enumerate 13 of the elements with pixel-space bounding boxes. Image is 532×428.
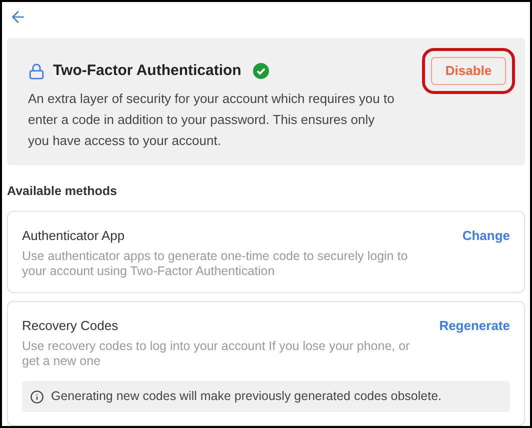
method-title: Authenticator App xyxy=(22,228,126,244)
info-icon xyxy=(30,390,44,404)
method-description: Use recovery codes to log into your account If you lose your phone, or get a new one xyxy=(22,339,411,369)
notice-text: Generating new codes will make previously generated codes obsolete. xyxy=(51,388,442,406)
card-description: An extra layer of security for your account which requires you to enter a code in addition to your password. This ensures only you have access to your account. xyxy=(28,90,396,150)
disable-button[interactable]: Disable xyxy=(431,56,506,85)
method-title: Recovery Codes xyxy=(22,318,120,334)
section-heading: Available methods xyxy=(7,183,118,200)
method-action-link[interactable]: Regenerate xyxy=(439,318,510,334)
lock-icon xyxy=(28,62,45,80)
method-action-link[interactable]: Change xyxy=(462,228,510,244)
method-description: Use authenticator apps to generate one-time code to securely login to your account using Two-Factor Authentication xyxy=(22,249,409,279)
card-title: Two-Factor Authentication xyxy=(53,60,242,81)
